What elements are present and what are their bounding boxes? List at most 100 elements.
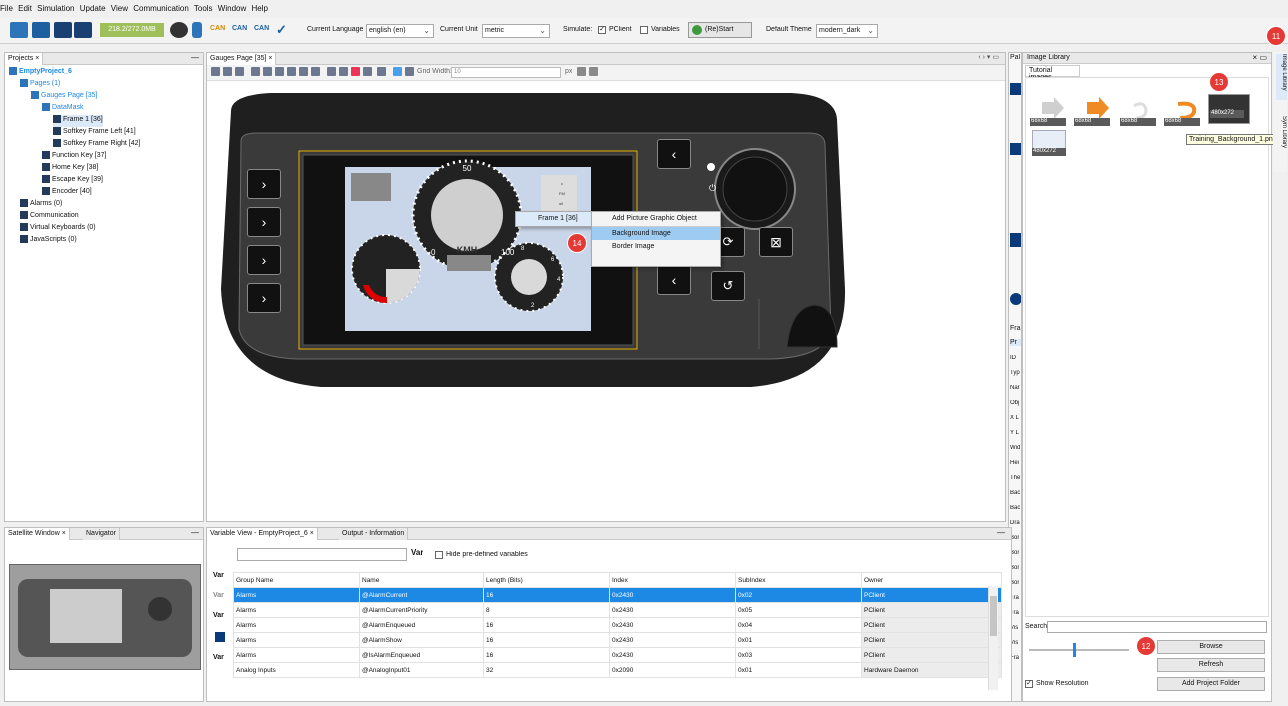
owner-select[interactable]: PClient	[861, 602, 1002, 618]
table-row[interactable]: Alarms @IsAlarmEnqueued 16 0x2430 0x03 PClien…	[233, 647, 1002, 663]
group-icon[interactable]	[339, 67, 348, 76]
tree-item[interactable]: EmptyProject_6	[9, 67, 72, 79]
owner-select[interactable]: PClient	[861, 617, 1002, 633]
add-project-folder-button[interactable]: Add Project Folder	[1157, 677, 1265, 691]
tree-item[interactable]: Pages (1)	[20, 79, 60, 91]
menu-tools[interactable]: Tools	[194, 4, 213, 13]
tree-item[interactable]: Encoder [40]	[42, 187, 92, 199]
softkey-left-3[interactable]: ›	[247, 245, 281, 275]
minimize-icon[interactable]: —	[191, 528, 199, 537]
refresh-button[interactable]: Refresh	[1157, 658, 1265, 672]
softkey-left-2[interactable]: ›	[247, 207, 281, 237]
open-folder-icon[interactable]	[32, 22, 50, 38]
minimize-icon[interactable]: —	[191, 53, 199, 62]
pclient-checkbox[interactable]: ✓	[598, 26, 606, 34]
home-key-icon[interactable]: ⊠	[759, 227, 793, 257]
table-row[interactable]: Alarms @AlarmCurrentPriority 8 0x2430 0x05 PC…	[233, 602, 1002, 618]
table-row[interactable]: Alarms @AlarmShow 16 0x2430 0x01 PClient	[233, 632, 1002, 648]
menu-communication[interactable]: Communication	[133, 4, 189, 13]
grid-snap-icon[interactable]	[405, 67, 414, 76]
variables-checkbox[interactable]	[640, 26, 648, 34]
align-center-icon[interactable]	[263, 67, 272, 76]
variable-table-scrollbar[interactable]	[988, 586, 998, 690]
usb-icon[interactable]	[192, 22, 202, 38]
tree-item[interactable]: Function Key [37]	[42, 151, 106, 163]
softkey-right-1[interactable]: ‹	[657, 139, 691, 169]
tree-item[interactable]: Home Key [38]	[42, 163, 98, 175]
satellite-preview[interactable]	[9, 564, 201, 670]
align-left-icon[interactable]	[251, 67, 260, 76]
variable-search-input[interactable]	[237, 548, 407, 561]
frame-properties-tab[interactable]: Fra	[1010, 325, 1021, 332]
softkey-left-4[interactable]: ›	[247, 283, 281, 313]
properties-pr-tab[interactable]: Pr	[1010, 339, 1021, 346]
palette-icon-4[interactable]	[1010, 293, 1021, 305]
variables-check-icon[interactable]: ✓	[276, 22, 287, 38]
tab-tutorial-images[interactable]: Tutorial images	[1025, 65, 1080, 81]
table-row[interactable]: Alarms @AlarmCurrent 16 0x2430 0x02 PClient	[233, 587, 1002, 603]
new-project-icon[interactable]	[10, 22, 28, 38]
tab-satellite-window[interactable]: Satellite Window ×	[5, 528, 70, 540]
menu-edit[interactable]: Edit	[18, 4, 32, 13]
tree-item[interactable]: Softkey Frame Right [42]	[53, 139, 140, 151]
zoom-out-icon[interactable]	[223, 67, 232, 76]
align-bottom-icon[interactable]	[311, 67, 320, 76]
tab-output-information[interactable]: Output - Information	[339, 528, 409, 540]
align-top-icon[interactable]	[287, 67, 296, 76]
align-middle-icon[interactable]	[299, 67, 308, 76]
layer-icon[interactable]	[351, 67, 360, 76]
table-row[interactable]: Analog Inputs @AnalogInput01 32 0x2090 0x01 H…	[233, 662, 1002, 678]
side-tab-image-library[interactable]: Image Library	[1276, 54, 1287, 100]
grid-settings-icon[interactable]	[589, 67, 598, 76]
menu-help[interactable]: Help	[251, 4, 267, 13]
save-icon[interactable]	[54, 22, 72, 38]
context-item-border-image[interactable]: Border Image	[592, 240, 720, 254]
can-button-3[interactable]: CAN	[254, 25, 269, 32]
column-header[interactable]: SubIndex	[735, 572, 862, 588]
restart-button[interactable]: (Re)Start	[688, 22, 752, 38]
search-input[interactable]	[1047, 621, 1267, 633]
owner-select[interactable]: PClient	[861, 647, 1002, 663]
align-right-icon[interactable]	[275, 67, 284, 76]
zoom-fit-icon[interactable]	[235, 67, 244, 76]
column-header[interactable]: Length (Bits)	[483, 572, 610, 588]
menu-file[interactable]: File	[0, 4, 13, 13]
menu-view[interactable]: View	[111, 4, 128, 13]
side-tab-sym-library[interactable]: Sym Library	[1276, 116, 1287, 166]
table-row[interactable]: Alarms @AlarmEnqueued 16 0x2430 0x04 PClient	[233, 617, 1002, 633]
variable-table-icon[interactable]	[215, 632, 225, 642]
remove-variable-icon[interactable]: Var	[213, 592, 224, 599]
power-icon[interactable]	[170, 22, 188, 38]
pen-icon[interactable]	[377, 67, 386, 76]
var-search-icon[interactable]: Var	[411, 548, 423, 557]
tree-item[interactable]: Escape Key [39]	[42, 175, 103, 187]
softkey-left-1[interactable]: ›	[247, 169, 281, 199]
browse-button[interactable]: Browse	[1157, 640, 1265, 654]
close-icon[interactable]: ×	[310, 530, 314, 537]
menu-window[interactable]: Window	[218, 4, 246, 13]
theme-select[interactable]: modern_dark ⌄	[816, 24, 878, 38]
palette-icon-3[interactable]	[1010, 233, 1021, 247]
close-icon[interactable]: × ▭	[1253, 53, 1267, 62]
close-icon[interactable]: ×	[35, 55, 39, 62]
escape-key-icon[interactable]: ↺	[711, 271, 745, 301]
minimize-icon[interactable]: —	[997, 528, 1005, 537]
tab-navigator[interactable]: Navigator	[83, 528, 120, 540]
palette-icon-2[interactable]	[1010, 143, 1021, 155]
zoom-slider-track[interactable]	[1029, 649, 1129, 651]
grid-color-icon[interactable]	[577, 67, 586, 76]
move-icon[interactable]	[327, 67, 336, 76]
can-button-1[interactable]: CAN	[210, 25, 225, 32]
context-item-add-picture[interactable]: Add Picture Graphic Object	[592, 212, 720, 226]
tree-item[interactable]: Frame 1 [36]	[53, 115, 103, 127]
context-submenu-frame[interactable]: Frame 1 [36]	[515, 211, 595, 227]
tree-item[interactable]: DataMask	[42, 103, 84, 115]
tree-item[interactable]: Alarms (0)	[20, 199, 62, 211]
tree-item[interactable]: Softkey Frame Left [41]	[53, 127, 136, 139]
grid-toggle-icon[interactable]	[393, 67, 402, 76]
unit-select[interactable]: metric ⌄	[482, 24, 550, 38]
zoom-slider-thumb[interactable]	[1073, 643, 1076, 657]
arrow-icon[interactable]	[363, 67, 372, 76]
zoom-in-icon[interactable]	[211, 67, 220, 76]
column-header[interactable]: Group Name	[233, 572, 360, 588]
